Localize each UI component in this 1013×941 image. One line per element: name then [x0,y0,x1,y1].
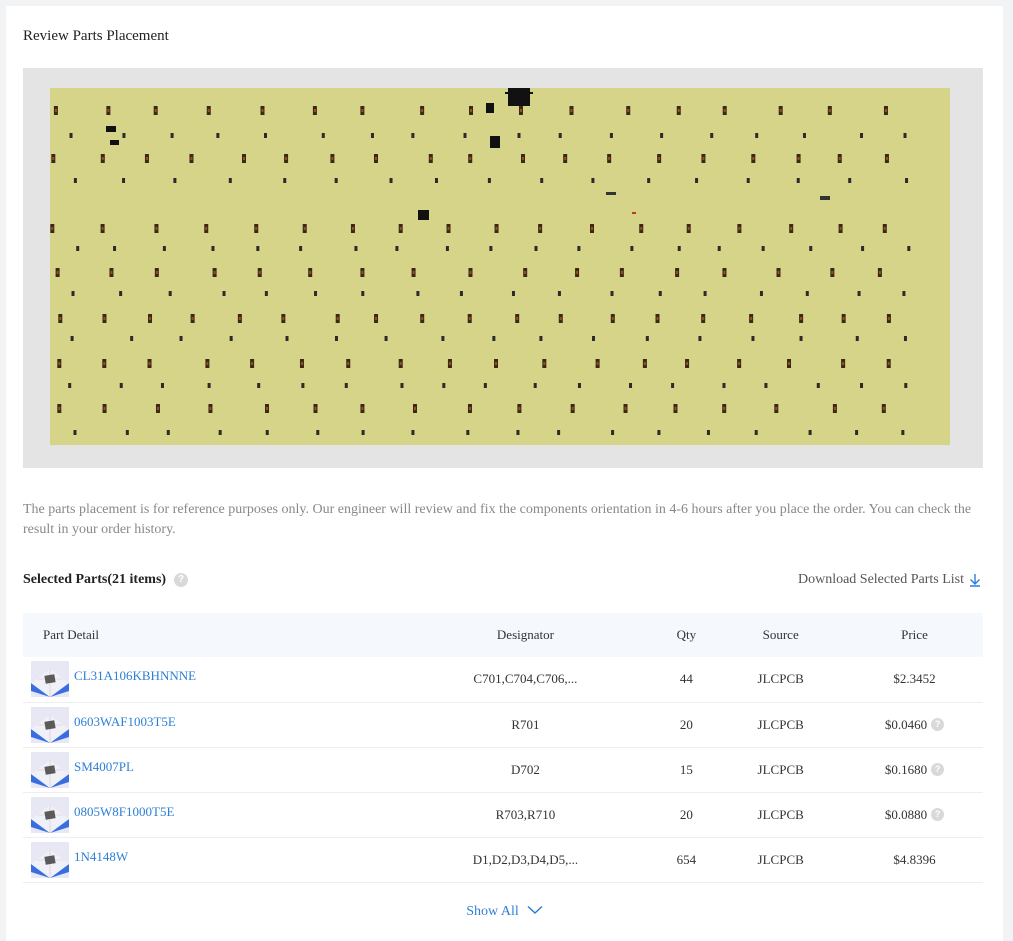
source-cell: JLCPCB [757,806,804,822]
question-circle-icon[interactable]: ? [931,718,945,731]
download-label: Download Selected Parts List [797,572,964,587]
designator-cell: D702 [510,761,540,777]
part-thumbnail[interactable] [31,661,69,698]
price-cell: $2.3452 [893,671,936,687]
part-thumbnail[interactable] [31,796,69,833]
header-designator: Designator [496,627,554,642]
table-row: 0603WAF1003T5E R701 20 JLCPCB $0.0460? [23,702,983,747]
qty-cell: 20 [679,806,693,822]
price-cell: $0.0460 [884,716,928,732]
designator-cell: C701,C704,C706,... [473,671,578,687]
download-arrow-icon [969,573,981,587]
question-circle-icon[interactable]: ? [174,573,189,587]
qty-cell: 654 [676,851,697,867]
header-qty: Qty [676,627,697,642]
table-header-row: Part Detail Designator Qty Source Price [23,613,983,657]
download-parts-list-link[interactable]: Download Selected Parts List [798,572,981,588]
question-circle-icon[interactable]: ? [931,808,945,821]
header-part-detail: Part Detail [43,627,99,642]
price-cell: $4.8396 [893,851,936,867]
designator-cell: R703,R710 [495,806,556,822]
parts-placement-card: Review Parts Placement The parts placeme… [6,6,1003,941]
qty-cell: 20 [679,716,693,732]
placement-note: The parts placement is for reference pur… [23,502,972,537]
pcb-components-layer [50,88,911,435]
section-title: Review Parts Placement [23,28,169,44]
designator-cell: D1,D2,D3,D4,D5,... [472,851,579,867]
pcb-preview[interactable] [23,68,983,468]
source-cell: JLCPCB [757,851,804,867]
table-row: 0805W8F1000T5E R703,R710 20 JLCPCB $0.08… [23,792,983,837]
table-row: CL31A106KBHNNNE C701,C704,C706,... 44 JL… [23,657,983,702]
show-all-label: Show All [466,904,519,920]
pcb-board [50,88,950,445]
source-cell: JLCPCB [757,671,804,687]
price-cell: $0.0880 [884,806,928,822]
part-number-link[interactable]: CL31A106KBHNNNE [74,668,196,684]
part-number-link[interactable]: 0603WAF1003T5E [74,714,176,730]
source-cell: JLCPCB [757,761,804,777]
selected-parts-table: Part Detail Designator Qty Source Price … [23,613,983,883]
header-price: Price [901,627,928,642]
part-number-link[interactable]: SM4007PL [74,759,134,775]
qty-cell: 15 [679,761,693,777]
header-source: Source [762,627,799,642]
part-thumbnail[interactable] [31,706,69,743]
source-cell: JLCPCB [757,716,804,732]
selected-parts-label: Selected Parts(21 items) [23,572,167,587]
part-thumbnail[interactable] [31,751,69,788]
table-row: SM4007PL D702 15 JLCPCB $0.1680? [23,747,983,792]
show-all-button[interactable]: Show All [466,904,543,919]
qty-cell: 44 [679,671,693,687]
price-cell: $0.1680 [884,761,928,777]
chevron-down-icon [527,904,543,920]
show-all-row: Show All [6,904,1003,920]
table-row: 1N4148W D1,D2,D3,D4,D5,... 654 JLCPCB $4… [23,837,983,882]
designator-cell: R701 [511,716,540,732]
part-number-link[interactable]: 0805W8F1000T5E [74,804,174,820]
selected-parts-heading: Selected Parts(21 items) ? [23,572,189,588]
part-number-link[interactable]: 1N4148W [74,849,128,865]
part-thumbnail[interactable] [31,841,69,878]
question-circle-icon[interactable]: ? [931,763,945,776]
